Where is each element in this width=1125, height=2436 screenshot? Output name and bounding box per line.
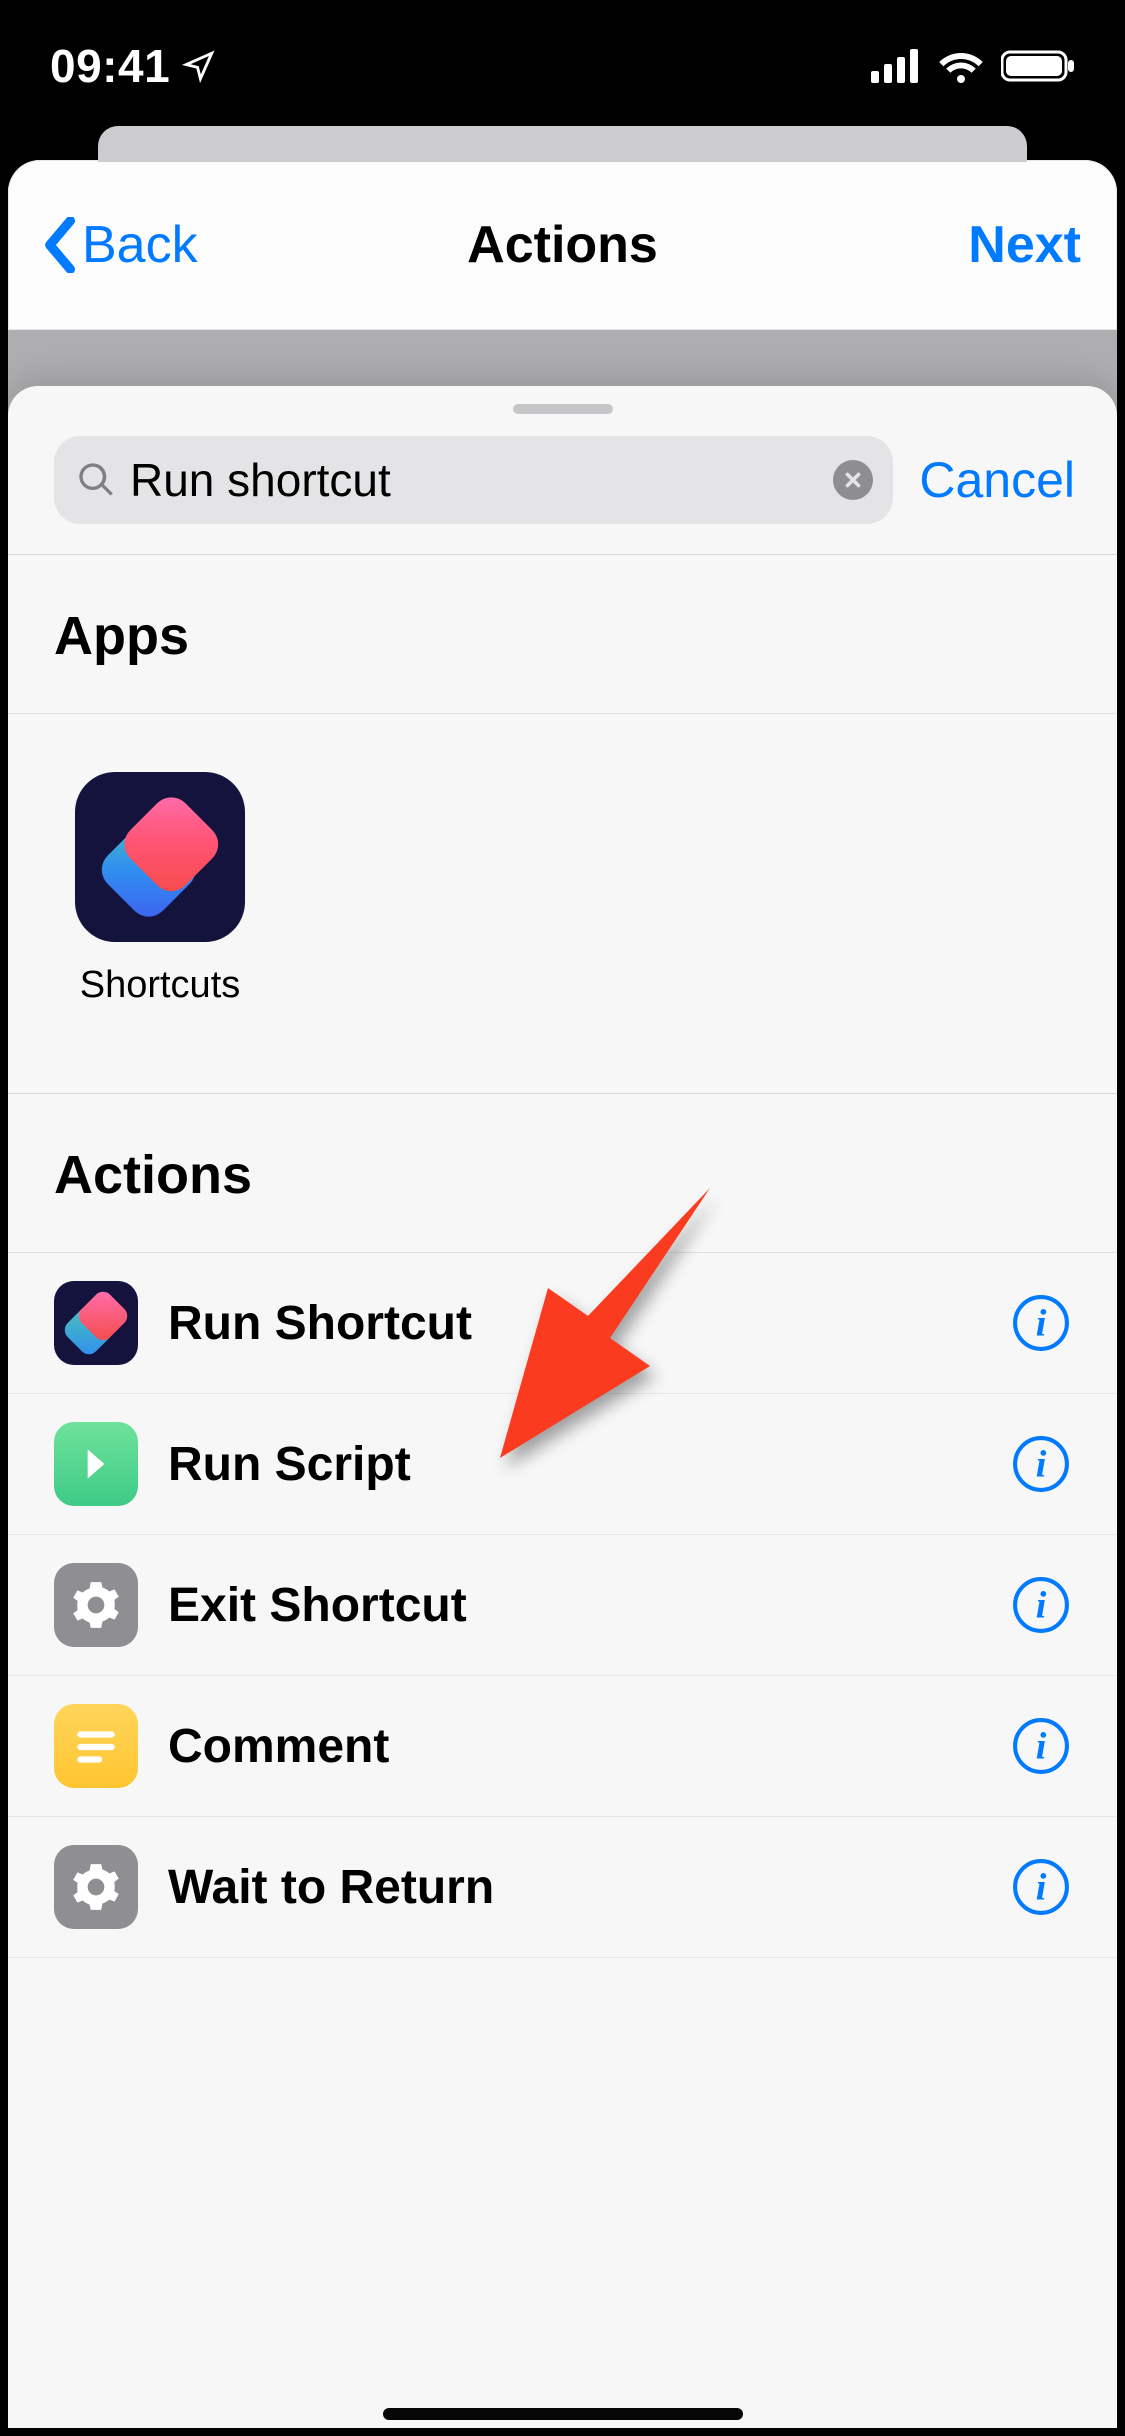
svg-text:i: i <box>1036 1866 1047 1908</box>
svg-text:i: i <box>1036 1725 1047 1767</box>
action-label: Wait to Return <box>168 1860 981 1915</box>
status-time-area: 09:41 <box>50 39 216 93</box>
info-icon[interactable]: i <box>1011 1575 1071 1635</box>
section-title-apps: Apps <box>8 555 1117 713</box>
chevron-left-icon <box>44 217 78 273</box>
svg-text:i: i <box>1036 1302 1047 1344</box>
search-field[interactable]: Run shortcut <box>54 436 893 524</box>
clear-search-button[interactable] <box>833 460 873 500</box>
search-input-text: Run shortcut <box>130 453 819 507</box>
action-label: Run Shortcut <box>168 1296 981 1351</box>
terminal-icon <box>54 1422 138 1506</box>
svg-text:i: i <box>1036 1443 1047 1485</box>
gear-icon <box>54 1845 138 1929</box>
close-icon <box>842 469 864 491</box>
action-row-run-shortcut[interactable]: Run Shortcut i <box>8 1253 1117 1394</box>
action-label: Exit Shortcut <box>168 1578 981 1633</box>
gear-icon <box>54 1563 138 1647</box>
action-label: Comment <box>168 1719 981 1774</box>
action-row-comment[interactable]: Comment i <box>8 1676 1117 1817</box>
apps-row: Shortcuts <box>8 713 1117 1093</box>
status-time: 09:41 <box>50 39 170 93</box>
action-row-wait-to-return[interactable]: Wait to Return i <box>8 1817 1117 1958</box>
wifi-icon <box>937 49 985 83</box>
search-row: Run shortcut Cancel <box>8 414 1117 554</box>
status-right <box>871 49 1075 83</box>
battery-icon <box>1001 49 1075 83</box>
app-label: Shortcuts <box>80 964 241 1007</box>
cancel-search-button[interactable]: Cancel <box>919 451 1087 509</box>
comment-icon <box>54 1704 138 1788</box>
info-icon[interactable]: i <box>1011 1434 1071 1494</box>
svg-text:i: i <box>1036 1584 1047 1626</box>
back-button[interactable]: Back <box>44 215 198 275</box>
action-row-exit-shortcut[interactable]: Exit Shortcut i <box>8 1535 1117 1676</box>
shortcuts-icon <box>54 1281 138 1365</box>
shortcuts-app-icon <box>75 772 245 942</box>
location-icon <box>182 49 216 83</box>
back-label: Back <box>82 215 198 275</box>
status-bar: 09:41 <box>0 0 1125 132</box>
info-icon[interactable]: i <box>1011 1716 1071 1776</box>
search-icon <box>76 460 116 500</box>
actions-list: Run Shortcut i Run Script i Exit Shortcu… <box>8 1252 1117 1958</box>
nav-bar: Back Actions Next <box>8 160 1117 330</box>
cellular-icon <box>871 49 921 83</box>
search-sheet: Run shortcut Cancel Apps Shortcuts Actio… <box>8 386 1117 2428</box>
sheet-grabber[interactable] <box>513 404 613 414</box>
info-icon[interactable]: i <box>1011 1857 1071 1917</box>
home-indicator <box>383 2408 743 2420</box>
section-title-actions: Actions <box>8 1094 1117 1252</box>
action-label: Run Script <box>168 1437 981 1492</box>
action-row-run-script[interactable]: Run Script i <box>8 1394 1117 1535</box>
info-icon[interactable]: i <box>1011 1293 1071 1353</box>
app-tile-shortcuts[interactable]: Shortcuts <box>60 772 260 1007</box>
next-button[interactable]: Next <box>968 215 1081 275</box>
